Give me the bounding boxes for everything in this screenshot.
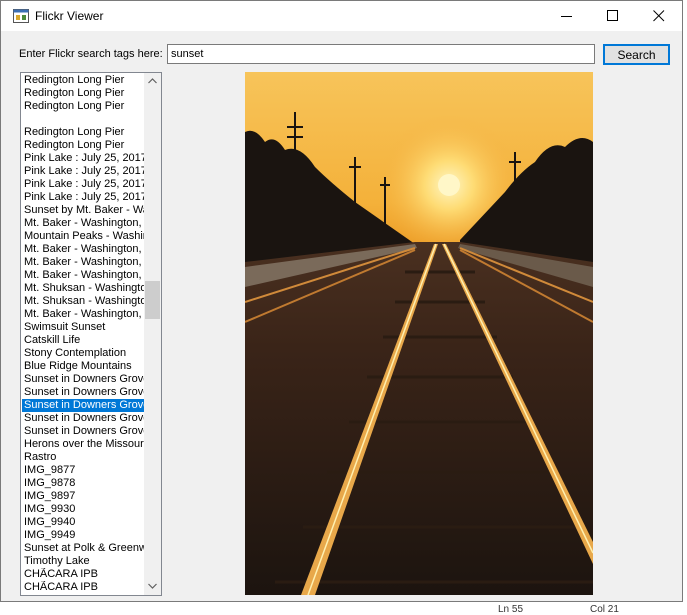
result-item[interactable]: Redington Long Pier bbox=[22, 126, 144, 139]
result-item[interactable]: Mt. Baker - Washington, bbox=[22, 308, 144, 321]
result-item[interactable]: IMG_9877 bbox=[22, 464, 144, 477]
maximize-icon bbox=[607, 10, 618, 21]
result-item[interactable]: Mt. Shuksan - Washingto bbox=[22, 282, 144, 295]
result-item[interactable]: IMG_9878 bbox=[22, 477, 144, 490]
result-item[interactable]: IMG_9940 bbox=[22, 516, 144, 529]
result-item[interactable]: Herons over the Missouri bbox=[22, 438, 144, 451]
result-item[interactable]: Sunset in Downers Grove bbox=[22, 425, 144, 438]
result-item[interactable]: IMG_9897 bbox=[22, 490, 144, 503]
result-item[interactable] bbox=[22, 113, 144, 126]
scroll-down-button[interactable] bbox=[144, 578, 161, 595]
search-input[interactable] bbox=[167, 44, 595, 64]
photo-viewer bbox=[245, 72, 593, 595]
result-item[interactable]: Sunset in Downers Grove bbox=[22, 386, 144, 399]
result-item[interactable]: Pink Lake : July 25, 2017 bbox=[22, 178, 144, 191]
result-item[interactable]: Redington Long Pier bbox=[22, 87, 144, 100]
result-item[interactable]: IMG_9949 bbox=[22, 529, 144, 542]
scroll-thumb[interactable] bbox=[145, 281, 160, 319]
result-item[interactable]: Timothy Lake bbox=[22, 555, 144, 568]
result-item[interactable]: Sunset in Downers Grove bbox=[22, 412, 144, 425]
result-item[interactable]: Stony Contemplation bbox=[22, 347, 144, 360]
result-item[interactable]: Pink Lake : July 25, 2017 bbox=[22, 191, 144, 204]
result-item[interactable]: IMG_9930 bbox=[22, 503, 144, 516]
result-item[interactable]: Mt. Baker - Washington, bbox=[22, 269, 144, 282]
app-icon bbox=[13, 9, 29, 23]
list-scrollbar[interactable] bbox=[144, 73, 161, 595]
result-item[interactable]: Sunset at Polk & Greenwi bbox=[22, 542, 144, 555]
result-item[interactable]: Mountain Peaks - Washin bbox=[22, 230, 144, 243]
status-line: Ln 55 bbox=[498, 604, 524, 615]
chevron-up-icon bbox=[148, 78, 157, 84]
sunset-railroad-photo bbox=[245, 72, 593, 595]
result-item[interactable]: CHÃCARA IPB bbox=[22, 581, 144, 594]
result-item[interactable]: Sunset in Downers Grove bbox=[22, 373, 144, 386]
result-item[interactable]: Sunset in Downers Grove bbox=[22, 399, 144, 412]
result-item[interactable]: Redington Long Pier bbox=[22, 100, 144, 113]
result-item[interactable]: Pink Lake : July 25, 2017 bbox=[22, 165, 144, 178]
result-item[interactable]: Pink Lake : July 25, 2017 bbox=[22, 152, 144, 165]
result-item[interactable]: CHÃCARA IPB bbox=[22, 568, 144, 581]
result-item[interactable]: Catskill Life bbox=[22, 334, 144, 347]
minimize-icon bbox=[561, 16, 572, 17]
close-button[interactable] bbox=[636, 1, 682, 31]
results-listbox[interactable]: Redington Long Pier Redington Long Pier Re… bbox=[20, 72, 162, 596]
scroll-up-button[interactable] bbox=[144, 73, 161, 90]
chevron-down-icon bbox=[148, 583, 157, 589]
result-item[interactable]: Swimsuit Sunset bbox=[22, 321, 144, 334]
status-column: Col 21 bbox=[590, 604, 619, 615]
title-bar[interactable]: Flickr Viewer bbox=[1, 1, 682, 31]
results-list: Redington Long Pier Redington Long Pier Re… bbox=[22, 74, 144, 594]
search-tags-label: Enter Flickr search tags here: bbox=[19, 48, 163, 60]
close-icon bbox=[653, 10, 665, 22]
result-item[interactable]: Mt. Baker - Washington, bbox=[22, 243, 144, 256]
result-item[interactable]: Sunset by Mt. Baker - Wa bbox=[22, 204, 144, 217]
result-item[interactable]: Redington Long Pier bbox=[22, 139, 144, 152]
result-item[interactable]: Blue Ridge Mountains bbox=[22, 360, 144, 373]
maximize-button[interactable] bbox=[590, 1, 636, 31]
window-title: Flickr Viewer bbox=[35, 9, 104, 23]
flickr-viewer-window: Flickr Viewer Enter Flickr search tags h… bbox=[0, 0, 683, 602]
result-item[interactable]: Mt. Shuksan - Washingto bbox=[22, 295, 144, 308]
result-item[interactable]: Rastro bbox=[22, 451, 144, 464]
minimize-button[interactable] bbox=[544, 1, 590, 31]
result-item[interactable]: Redington Long Pier bbox=[22, 74, 144, 87]
search-button[interactable]: Search bbox=[603, 44, 670, 65]
result-item[interactable]: Mt. Baker - Washington, bbox=[22, 217, 144, 230]
result-item[interactable]: Mt. Baker - Washington, bbox=[22, 256, 144, 269]
